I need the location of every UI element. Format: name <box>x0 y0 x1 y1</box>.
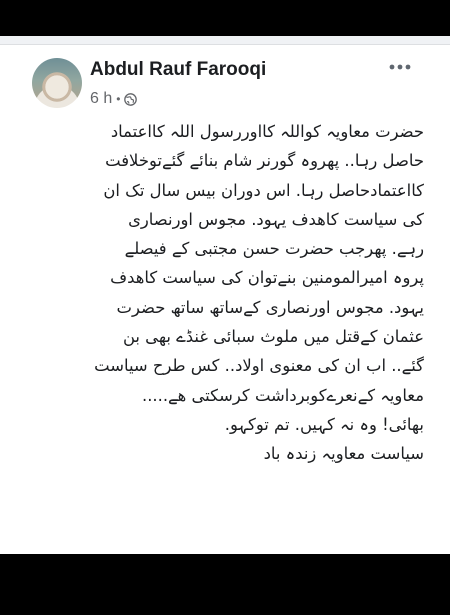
post-line: کی سیاست کاھدف یہود. مجوس اورنصاری <box>128 209 424 229</box>
post-line: سیاست معاویہ زندہ باد <box>263 444 424 464</box>
post-line: گئے.. اب ان کی معنوی اولاد.. کس طرح سیاس… <box>94 356 424 376</box>
post-line: بھائی! وہ نہ کہیں. تم توکہو. <box>224 414 424 434</box>
post-line: عثمان کےقتل میں ملوث سبائی غنڈے بھی بن <box>122 327 424 347</box>
post-meta: 6 h • <box>90 90 138 108</box>
feed-gap <box>0 36 450 44</box>
globe-icon[interactable] <box>124 92 138 106</box>
post-line: پروہ امیرالمومنین بنےتوان کی سیاست کاھدف <box>110 268 424 288</box>
post-card: Abdul Rauf Farooqi 6 h • حضرت معاویہ کوا… <box>0 44 450 555</box>
post-line: رہے. پھرجب حضرت حسن مجتبی کے فیصلے <box>124 239 424 259</box>
more-options-button[interactable] <box>382 55 418 79</box>
post-line: کااعتمادحاصل رہا. اس دوران بیس سال تک ان <box>103 180 424 200</box>
post-text: حضرت معاویہ کواللہ کااوررسول اللہ کااعتم… <box>36 117 424 469</box>
post-line: حضرت معاویہ کواللہ کااوررسول اللہ کااعتم… <box>110 122 424 141</box>
author-name[interactable]: Abdul Rauf Farooqi <box>90 59 266 81</box>
post-line: معاویہ کےنعرےکوبرداشت کرسکتی ھے..... <box>141 385 424 405</box>
post-line: حاصل رہا.. پھروہ گورنر شام بنائے گئےتوخل… <box>105 151 424 171</box>
author-avatar[interactable] <box>32 58 82 108</box>
post-line: یہود. مجوس اورنصاری کےساتھ ساتھ حضرت <box>116 297 424 317</box>
meta-separator: • <box>116 92 121 106</box>
post-time[interactable]: 6 h <box>90 90 112 108</box>
top-black-bar <box>0 0 450 36</box>
more-horizontal-icon <box>389 64 411 70</box>
bottom-black-bar <box>0 554 450 615</box>
